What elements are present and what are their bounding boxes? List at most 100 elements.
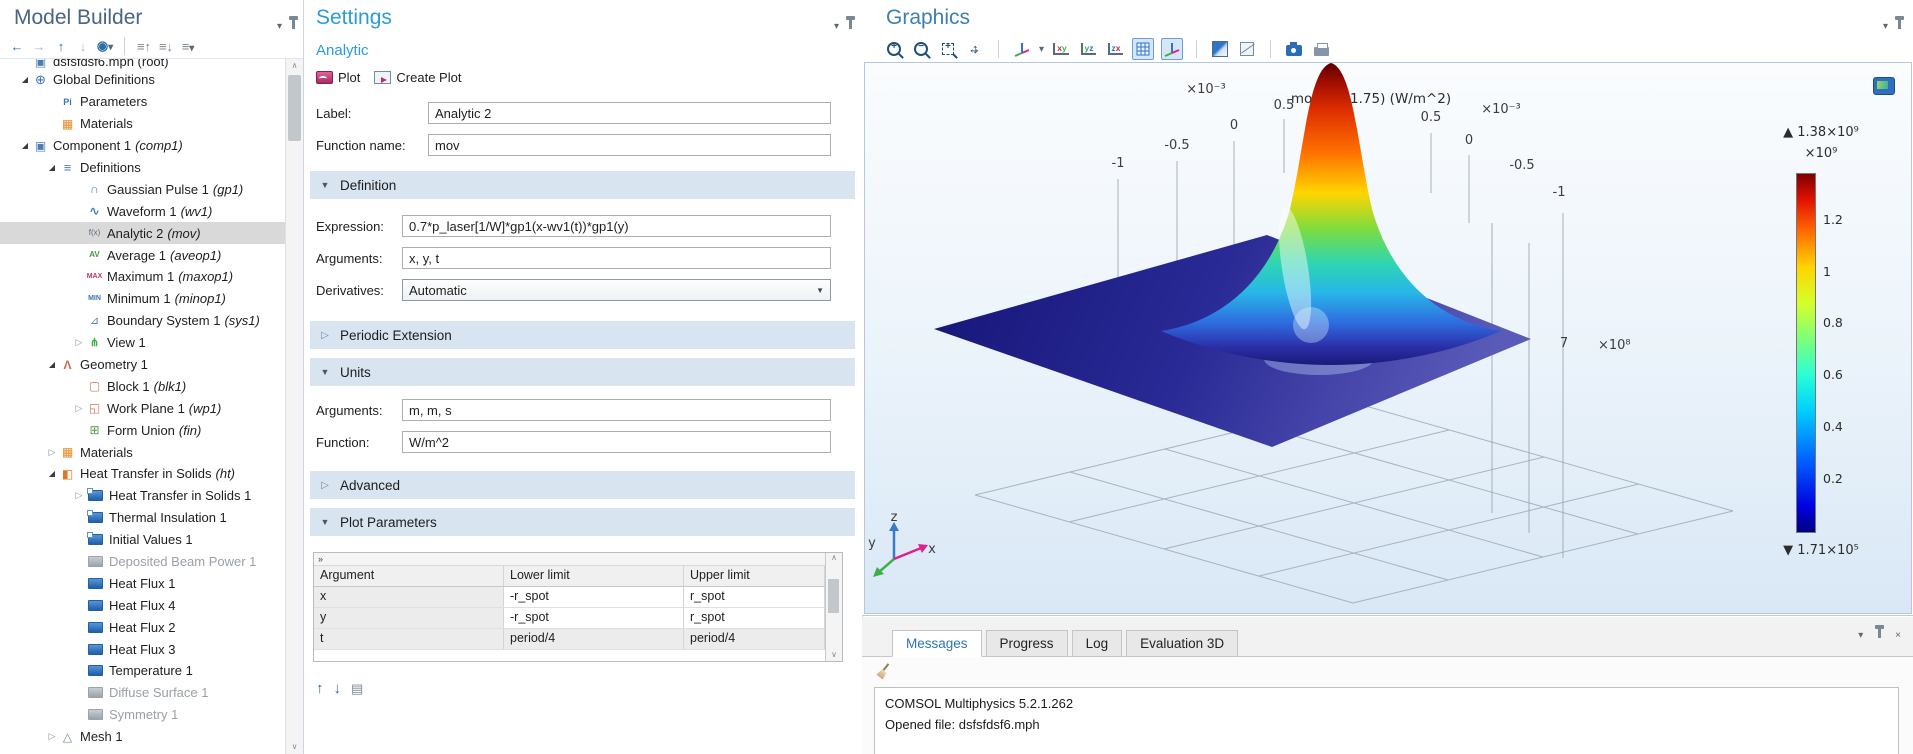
plot-thumbnail-icon[interactable] (1873, 77, 1895, 95)
plot-button[interactable]: Plot (316, 70, 360, 85)
table-row-t[interactable]: t period/4 period/4 (314, 629, 825, 650)
expander-icon[interactable]: ▷ (72, 490, 86, 501)
table-scrollbar[interactable]: ∧ ∨ (825, 553, 842, 661)
tree-item-mesh-1[interactable]: ▷ △ Mesh 1 (0, 726, 286, 748)
tree-item-temperature-1[interactable]: Temperature 1 (0, 660, 286, 682)
section-periodic-extension[interactable]: ▷ Periodic Extension (310, 321, 855, 349)
pin-icon[interactable] (1895, 16, 1904, 29)
tree-item-heat-flux-3[interactable]: Heat Flux 3 (0, 638, 286, 660)
column-header-lower-limit[interactable]: Lower limit (504, 566, 684, 586)
tree-item-block-1[interactable]: ▢ Block 1 (blk1) (0, 375, 286, 397)
scroll-up-icon[interactable]: ∧ (286, 59, 303, 73)
tree-item-average-1[interactable]: AV Average 1 (aveop1) (0, 244, 286, 266)
function-name-field[interactable] (428, 134, 831, 156)
tree-item-definitions[interactable]: ◢ ≡ Definitions (0, 157, 286, 179)
table-cell[interactable]: x (314, 587, 504, 607)
tree-item-global-definitions[interactable]: ◢ ⊕ Global Definitions (0, 69, 286, 91)
expander-icon[interactable]: ◢ (45, 163, 59, 172)
collapse-all-icon[interactable]: ≡↑ (135, 39, 153, 54)
tree-item-heat-flux-4[interactable]: Heat Flux 4 (0, 594, 286, 616)
table-row-y[interactable]: y -r_spot r_spot (314, 608, 825, 629)
view-xy-icon[interactable]: xy (1051, 39, 1071, 59)
zoom-out-icon[interactable]: − (911, 39, 931, 59)
axis-orientation-toggle-icon[interactable] (1161, 38, 1184, 60)
section-units[interactable]: ▼ Units (310, 358, 855, 386)
expander-icon[interactable]: ◢ (45, 469, 59, 478)
model-builder-scrollbar[interactable]: ∧ ∨ (285, 59, 303, 754)
pin-icon[interactable] (846, 16, 855, 29)
tree-item-parameters[interactable]: Pi Parameters (0, 91, 286, 113)
tree-item-heat-transfer-in-solids-1[interactable]: ▷ Heat Transfer in Solids 1 (0, 485, 286, 507)
expander-icon[interactable]: ▷ (45, 731, 59, 742)
move-down-icon[interactable]: ↓ (74, 39, 92, 54)
tree-item-heat-transfer-in-solids[interactable]: ◢ ◧ Heat Transfer in Solids (ht) (0, 463, 286, 485)
tree-item-waveform-1[interactable]: ∿ Waveform 1 (wv1) (0, 200, 286, 222)
tree-item-form-union[interactable]: ⊞ Form Union (fin) (0, 419, 286, 441)
clear-messages-icon[interactable] (876, 663, 892, 679)
units-function-field[interactable] (402, 431, 831, 453)
expander-icon[interactable]: ▷ (72, 403, 86, 414)
panel-menu-icon[interactable]: ▾ (834, 21, 839, 32)
tab-messages[interactable]: Messages (892, 630, 982, 657)
collapse-icon[interactable]: ▼ (310, 517, 340, 527)
tree-item-gaussian-pulse-1[interactable]: ∩ Gaussian Pulse 1 (gp1) (0, 178, 286, 200)
close-icon[interactable]: × (1895, 630, 1901, 641)
table-cell[interactable]: -r_spot (504, 608, 684, 628)
table-cell[interactable]: -r_spot (504, 587, 684, 607)
settings-subtitle[interactable]: Analytic (316, 42, 369, 59)
expander-icon[interactable]: ◢ (18, 141, 32, 150)
create-plot-button[interactable]: Create Plot (374, 70, 461, 85)
panel-menu-icon[interactable]: ▾ (1883, 21, 1888, 32)
expression-field[interactable] (402, 215, 831, 237)
scroll-down-icon[interactable]: ∨ (826, 650, 842, 659)
table-cell[interactable]: r_spot (684, 587, 825, 607)
transparency-icon[interactable] (1237, 39, 1257, 59)
grid-toggle-icon[interactable] (1132, 38, 1155, 60)
tree-item-geometry-1[interactable]: ◢ Λ Geometry 1 (0, 354, 286, 376)
derivatives-select[interactable]: Automatic ▼ (402, 279, 831, 301)
tree-item-heat-flux-2[interactable]: Heat Flux 2 (0, 616, 286, 638)
table-cell[interactable]: y (314, 608, 504, 628)
expand-icon[interactable]: ▷ (310, 480, 340, 491)
tree-item-thermal-insulation-1[interactable]: Thermal Insulation 1 (0, 507, 286, 529)
tree-item-work-plane-1[interactable]: ▷ ◱ Work Plane 1 (wp1) (0, 397, 286, 419)
row-move-down-icon[interactable]: ↓ (334, 680, 342, 697)
expander-icon[interactable]: ▷ (72, 337, 86, 348)
plot-canvas[interactable]: mov(x,y,1.75) (W/m^2) ×10⁻³ 0.5 0 -0.5 -1 ×… (864, 62, 1912, 614)
move-up-icon[interactable]: ↑ (52, 39, 70, 54)
pin-icon[interactable] (1874, 625, 1884, 638)
snapshot-icon[interactable] (1284, 39, 1304, 59)
panel-menu-icon[interactable]: ▾ (1858, 630, 1863, 641)
zoom-box-icon[interactable]: + (938, 39, 958, 59)
panel-menu-icon[interactable]: ▾ (277, 21, 282, 32)
scrollbar-thumb[interactable] (288, 75, 301, 141)
tree-item-minimum-1[interactable]: MIN Minimum 1 (minop1) (0, 288, 286, 310)
expander-icon[interactable]: ◢ (18, 75, 32, 84)
expander-icon[interactable]: ▷ (45, 447, 59, 458)
collapse-icon[interactable]: ▼ (310, 180, 340, 190)
print-icon[interactable] (1311, 39, 1331, 59)
section-definition[interactable]: ▼ Definition (310, 171, 855, 199)
tree-item-materials[interactable]: ▦ Materials (0, 113, 286, 135)
tree-item-initial-values-1[interactable]: Initial Values 1 (0, 529, 286, 551)
section-advanced[interactable]: ▷ Advanced (310, 471, 855, 499)
scrollbar-thumb[interactable] (828, 579, 839, 613)
scroll-up-icon[interactable]: ∧ (831, 553, 837, 562)
arguments-field[interactable] (402, 247, 831, 269)
tree-item-materials[interactable]: ▷ ▦ Materials (0, 441, 286, 463)
tree-item-diffuse-surface-1[interactable]: Diffuse Surface 1 (0, 682, 286, 704)
tab-log[interactable]: Log (1071, 630, 1123, 657)
scene-light-icon[interactable] (1210, 39, 1230, 59)
tree-item-heat-flux-1[interactable]: Heat Flux 1 (0, 572, 286, 594)
tab-progress[interactable]: Progress (985, 630, 1068, 657)
tree-item-boundary-system-1[interactable]: ⊿ Boundary System 1 (sys1) (0, 310, 286, 332)
view-zx-icon[interactable]: zx (1105, 39, 1125, 59)
tree-item-dsfsfdsf6-mph-root[interactable]: ▣ dsfsfdsf6.mph (root) (0, 59, 286, 69)
zoom-in-icon[interactable]: + (884, 39, 904, 59)
tree-item-view-1[interactable]: ▷ ⋔ View 1 (0, 332, 286, 354)
show-icon[interactable]: ◉▾ (96, 38, 114, 54)
table-actions-icon[interactable]: ▤ (351, 681, 363, 697)
column-header-upper-limit[interactable]: Upper limit (684, 566, 825, 586)
table-cell[interactable]: period/4 (684, 629, 825, 649)
label-field[interactable] (428, 102, 831, 124)
